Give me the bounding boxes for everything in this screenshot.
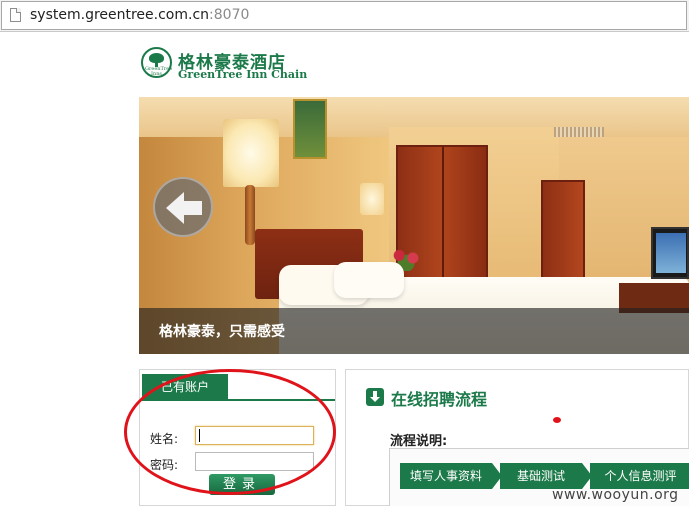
watermark: www.wooyun.org — [552, 487, 679, 503]
download-icon — [366, 388, 384, 406]
red-annotation-dot — [553, 417, 561, 423]
recruit-panel: 在线招聘流程 流程说明: 填写人事资料 基础测试 个人信息测评 — [345, 369, 689, 506]
recruit-title: 在线招聘流程 — [391, 390, 488, 409]
page-icon — [10, 8, 21, 22]
url-field[interactable]: system.greentree.com.cn:8070 — [1, 1, 687, 30]
step-basic-test[interactable]: 基础测试 — [500, 463, 592, 489]
step-fill-hr-info[interactable]: 填写人事资料 — [400, 463, 502, 489]
logo-mark-text: GreenTree Inns — [145, 66, 173, 77]
banner-prev-arrow-icon[interactable] — [153, 177, 213, 237]
hotel-banner: 格林豪泰，只需感受 — [139, 97, 689, 354]
step-personal-assessment[interactable]: 个人信息测评 — [590, 463, 689, 489]
url-port: :8070 — [209, 7, 250, 23]
greentree-logo-icon: GreenTree Inns — [141, 47, 172, 78]
url-text[interactable]: system.greentree.com.cn:8070 — [30, 7, 249, 23]
url-host: system.greentree.com.cn — [30, 7, 210, 23]
red-annotation-circle — [124, 369, 336, 495]
banner-caption: 格林豪泰，只需感受 — [159, 324, 285, 340]
logo-english-name: GreenTree Inn Chain — [178, 68, 308, 81]
banner-caption-bar: 格林豪泰，只需感受 — [139, 308, 689, 354]
flow-label: 流程说明: — [390, 434, 448, 449]
browser-address-bar: system.greentree.com.cn:8070 — [0, 0, 689, 32]
